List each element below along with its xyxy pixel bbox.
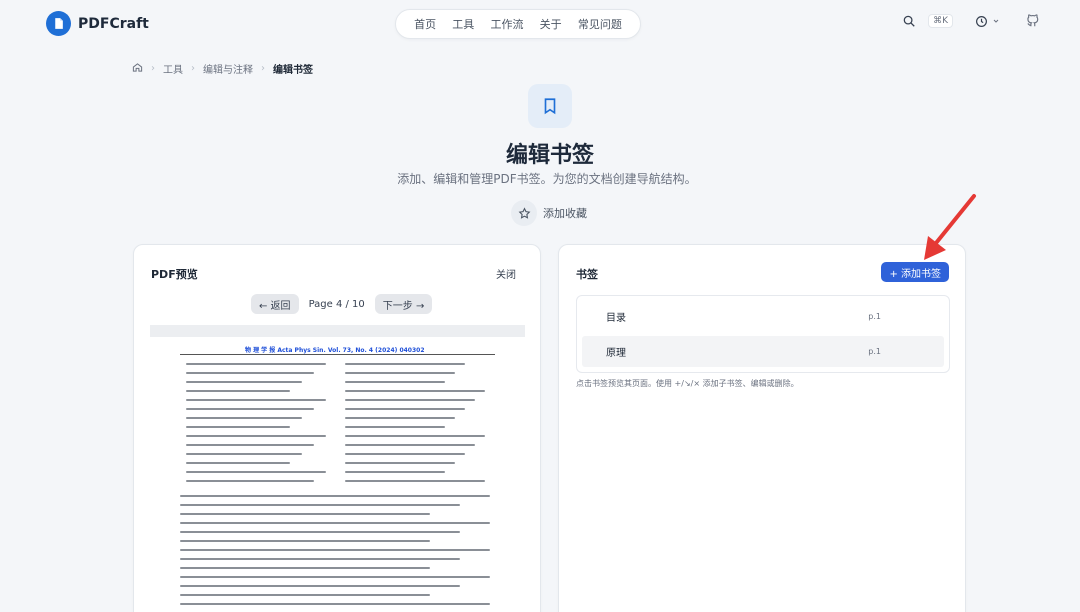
page-navigator: ← 返回 Page 4 / 10 下一步 → [251, 294, 433, 314]
bookmarks-title: 书签 [576, 268, 598, 281]
logo-text: PDFCraft [78, 15, 149, 32]
preview-title: PDF预览 [151, 268, 198, 281]
page-subtitle: 添加、编辑和管理PDF书签。为您的文档创建导航结构。 [397, 172, 697, 186]
bookmarks-card: 书签 + 添加书签 目录 p.1 原理 p.1 点击书签预览其页面。使用 +/↘… [558, 244, 966, 612]
search-shortcut-badge: ⌘K [928, 14, 953, 28]
pdf-text-line [345, 462, 455, 464]
pdf-preview-card: PDF预览 关闭 ← 返回 Page 4 / 10 下一步 → 物 理 学 报 … [133, 244, 541, 612]
nav-workflow[interactable]: 工作流 [490, 16, 523, 32]
pdf-text-line [186, 453, 302, 455]
pdf-text-line [345, 399, 475, 401]
chevron-down-icon [993, 19, 999, 23]
pdf-text-line [345, 372, 455, 374]
tool-icon [528, 84, 572, 128]
search-icon[interactable] [902, 14, 916, 28]
pdf-text-line [345, 453, 465, 455]
back-button[interactable]: ← 返回 [251, 294, 299, 314]
pdf-text-line [180, 531, 460, 533]
breadcrumb: › 工具 › 编辑与注释 › 编辑书签 [132, 61, 313, 76]
header-tools: ⌘K [902, 14, 1040, 28]
home-icon[interactable] [132, 62, 143, 76]
pdf-text-line [186, 480, 314, 482]
pdf-text-line [186, 390, 290, 392]
star-icon [511, 200, 537, 226]
pdf-text-line [180, 540, 430, 542]
pdf-text-line [186, 417, 302, 419]
pdf-text-line [345, 417, 455, 419]
pdf-text-line [345, 471, 445, 473]
nav-tools[interactable]: 工具 [452, 16, 474, 32]
pdf-text-line [180, 585, 460, 587]
bookmark-label: 目录 [606, 313, 626, 324]
bookmark-page: p.1 [868, 312, 881, 321]
pdf-page: 物 理 学 报 Acta Phys Sin. Vol. 73, No. 4 (2… [150, 337, 525, 612]
clock-icon [976, 15, 987, 27]
pdf-text-line [345, 408, 465, 410]
nav-home[interactable]: 首页 [414, 16, 436, 32]
pdf-text-line [186, 462, 290, 464]
logo[interactable]: PDFCraft [46, 11, 149, 36]
bookmark-list: 目录 p.1 原理 p.1 [576, 295, 950, 373]
add-favorite-label: 添加收藏 [543, 207, 587, 220]
breadcrumb-separator: › [191, 63, 195, 74]
github-icon[interactable] [1026, 14, 1040, 28]
page-indicator: Page 4 / 10 [308, 298, 365, 310]
pdf-text-line [186, 381, 302, 383]
nav-about[interactable]: 关于 [540, 16, 562, 32]
bookmark-item[interactable]: 目录 p.1 [582, 301, 944, 332]
pdf-text-line [345, 390, 485, 392]
bookmark-hint: 点击书签预览其页面。使用 +/↘/× 添加子书签、编辑或删除。 [576, 379, 799, 388]
pdf-text-line [180, 513, 430, 515]
pdf-text-line [186, 408, 314, 410]
breadcrumb-separator: › [151, 63, 155, 74]
page-title: 编辑书签 [505, 143, 594, 168]
pdf-text-line [186, 399, 326, 401]
breadcrumb-separator: › [261, 63, 265, 74]
pdf-text-line [180, 495, 490, 497]
pdf-page-header: 物 理 学 报 Acta Phys Sin. Vol. 73, No. 4 (2… [245, 347, 425, 354]
breadcrumb-tools[interactable]: 工具 [163, 61, 183, 76]
pdf-text-line [180, 558, 460, 560]
pdf-text-line [186, 426, 290, 428]
pdf-text-line [180, 504, 460, 506]
pdf-text-line [345, 381, 445, 383]
pdf-text-line [345, 444, 475, 446]
pdf-text-line [186, 363, 326, 365]
pdf-text-line [180, 594, 430, 596]
history-button[interactable] [975, 15, 1000, 28]
breadcrumb-edit-annotate[interactable]: 编辑与注释 [203, 61, 253, 76]
bookmark-icon [544, 98, 556, 115]
bookmark-page: p.1 [868, 347, 881, 356]
pdf-text-line [186, 471, 326, 473]
pdf-text-line [180, 567, 430, 569]
main-nav: 首页 工具 工作流 关于 常见问题 [395, 9, 641, 39]
divider [180, 354, 495, 355]
add-bookmark-button[interactable]: + 添加书签 [881, 262, 949, 282]
pdf-text-line [180, 549, 490, 551]
pdf-text-line [186, 372, 314, 374]
nav-faq[interactable]: 常见问题 [578, 16, 622, 32]
bookmark-label: 原理 [606, 348, 626, 359]
pdf-text-line [345, 480, 485, 482]
add-favorite-button[interactable]: 添加收藏 [511, 200, 587, 226]
bookmark-item[interactable]: 原理 p.1 [582, 336, 944, 367]
pdf-text-line [186, 444, 314, 446]
pdf-text-line [180, 603, 490, 605]
close-preview-button[interactable]: 关闭 [496, 266, 516, 281]
breadcrumb-current: 编辑书签 [273, 65, 313, 76]
pdf-text-line [180, 576, 490, 578]
top-header: PDFCraft 首页 工具 工作流 关于 常见问题 ⌘K [0, 0, 1080, 48]
pdf-text-line [345, 363, 465, 365]
next-page-button[interactable]: 下一步 → [374, 294, 433, 314]
pdf-text-line [186, 435, 326, 437]
pdf-text-line [345, 426, 445, 428]
pdf-text-line [180, 522, 490, 524]
pdf-text-line [345, 435, 485, 437]
pdf-preview-area[interactable]: 物 理 学 报 Acta Phys Sin. Vol. 73, No. 4 (2… [150, 325, 525, 612]
pdf-file-icon [46, 11, 71, 36]
annotation-arrow-icon [924, 194, 976, 260]
